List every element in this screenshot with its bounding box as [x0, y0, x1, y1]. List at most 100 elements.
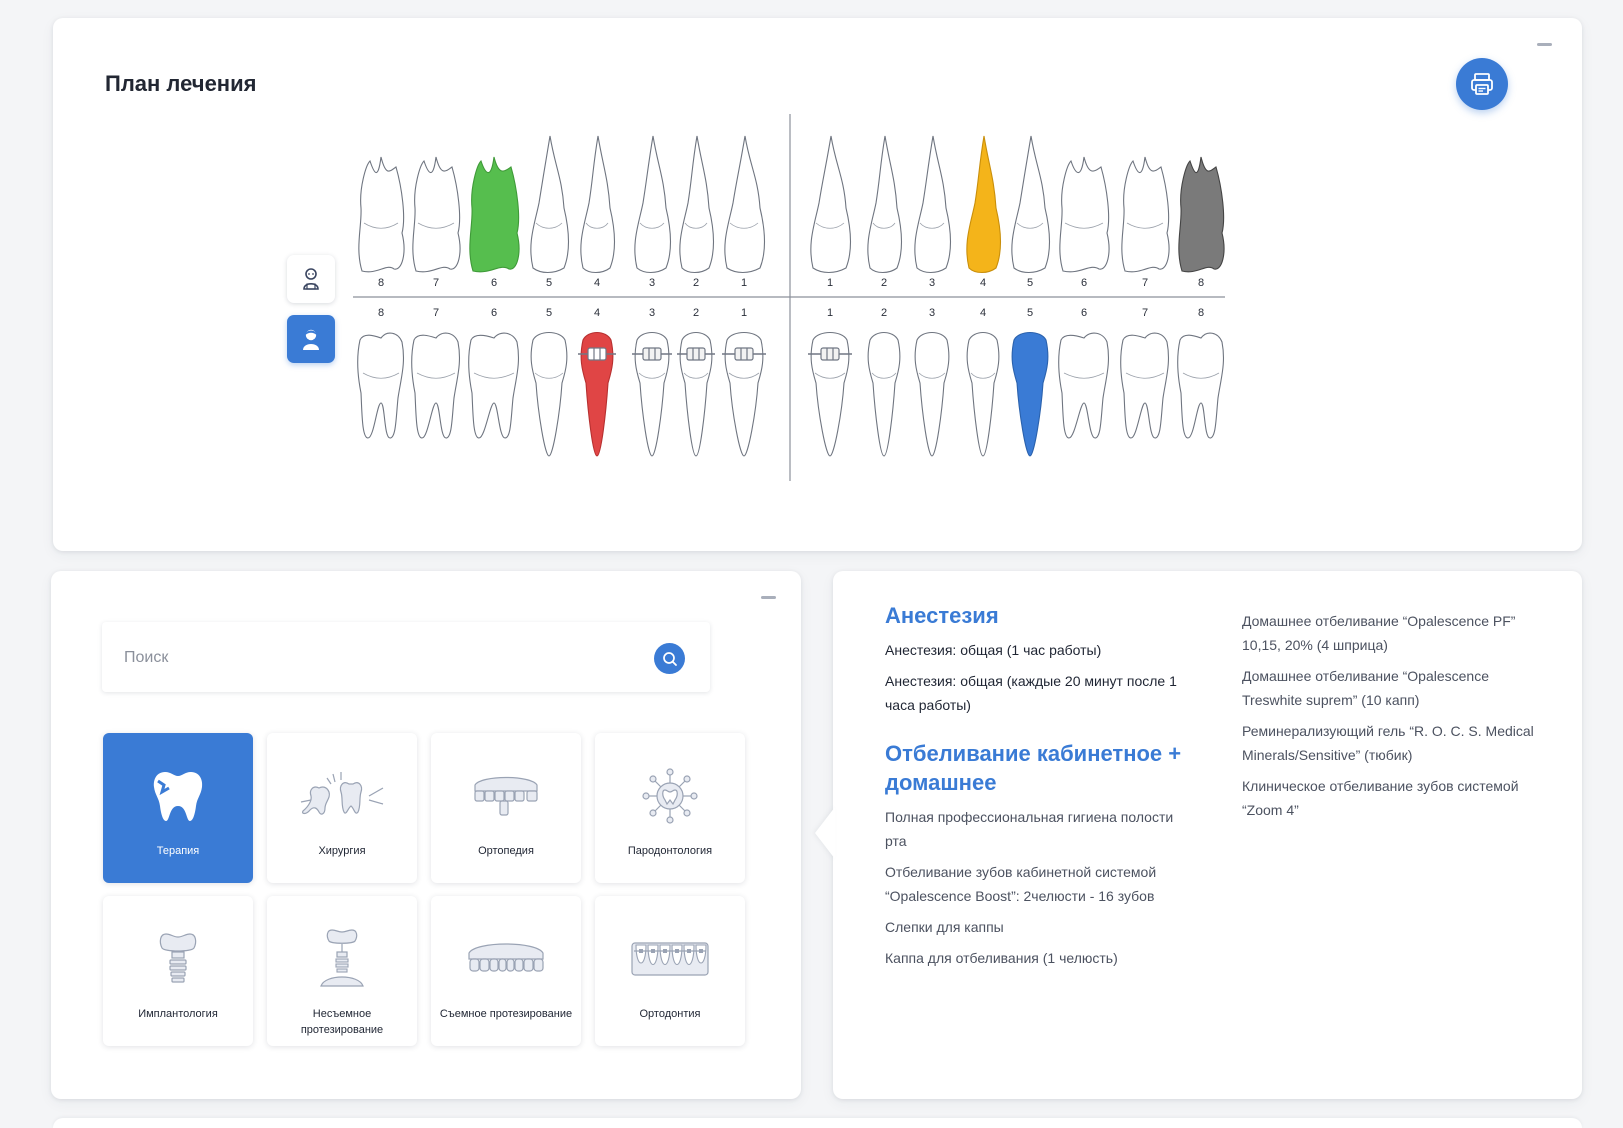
- service-item[interactable]: Анестезия: общая (1 час работы): [885, 638, 1185, 662]
- tooth-number: 3: [649, 277, 655, 289]
- tooth-number: 2: [693, 277, 699, 289]
- tooth-upper-left-1[interactable]: [724, 135, 766, 274]
- tooth-lower-left-3[interactable]: [632, 331, 672, 457]
- tooth-upper-right-5[interactable]: [1011, 135, 1051, 274]
- tooth-number: 6: [491, 277, 497, 289]
- tooth-upper-left-6[interactable]: [469, 156, 520, 273]
- tooth-upper-right-6[interactable]: [1059, 156, 1110, 273]
- tooth-lower-left-2[interactable]: [677, 331, 715, 457]
- section-heading-whitening: Отбеливание кабинетное + домашнее: [885, 741, 1182, 795]
- category-orthopedics[interactable]: Ортопедия: [431, 733, 581, 883]
- category-label: Терапия: [156, 845, 200, 857]
- category-removable-prosthetics[interactable]: Съемное протезирование: [431, 896, 581, 1046]
- dental-chart: 8 7 6 5 4 3 2 1 1 2 3 4 5 6 7 8 8 7 6 5 4 3 2 1 1 2 3 4 5 6 7 8: [353, 114, 1225, 481]
- service-item[interactable]: Домашнее отбеливание “Opalescence PF” 10…: [1242, 609, 1542, 657]
- tooth-lower-right-7[interactable]: [1120, 332, 1170, 439]
- tooth-number: 8: [378, 277, 384, 289]
- tooth-upper-left-4[interactable]: [580, 135, 616, 274]
- tooth-number: 4: [980, 277, 986, 289]
- tooth-lower-right-2[interactable]: [867, 331, 901, 457]
- service-item[interactable]: Каппа для отбеливания (1 челюсть): [885, 946, 1185, 970]
- minimize-button[interactable]: [761, 596, 776, 599]
- tooth-number: 1: [741, 277, 747, 289]
- tooth-number: 4: [594, 307, 600, 319]
- tooth-number: 1: [827, 307, 833, 319]
- braces-icon: [631, 942, 709, 976]
- category-label: Хирургия: [318, 845, 366, 857]
- treatment-plan-card: План лечения 876543211234567887654321123…: [53, 18, 1582, 551]
- service-item[interactable]: Домашнее отбеливание “Opalescence Treswh…: [1242, 664, 1542, 712]
- tooth-number: 4: [980, 307, 986, 319]
- search-input[interactable]: [122, 642, 626, 674]
- service-item[interactable]: Реминерализующий гель “R. O. C. S. Medic…: [1242, 719, 1542, 767]
- category-periodontology[interactable]: Пародонтология: [595, 733, 745, 883]
- tooth-number: 2: [881, 307, 887, 319]
- bridge-icon: [474, 776, 538, 816]
- tooth-number: 7: [433, 307, 439, 319]
- services-card: Терапия Хирургия: [51, 571, 801, 1099]
- gum-icon: [642, 768, 698, 824]
- tooth-upper-right-3[interactable]: [914, 135, 952, 274]
- services-column-left: Анестезия Анестезия: общая (1 час работы…: [885, 601, 1185, 977]
- service-item[interactable]: Отбеливание зубов кабинетной системой “O…: [885, 860, 1185, 908]
- tooth-number: 5: [1027, 277, 1033, 289]
- tooth-number: 2: [881, 277, 887, 289]
- tooth-number: 8: [378, 307, 384, 319]
- crown-implant-icon: [320, 929, 364, 987]
- tooth-number: 2: [693, 307, 699, 319]
- category-fixed-prosthetics[interactable]: Несъемное протезирование: [267, 896, 417, 1046]
- tooth-lower-left-7[interactable]: [411, 332, 461, 439]
- tooth-upper-right-8[interactable]: [1178, 156, 1225, 273]
- tooth-lower-left-4[interactable]: [578, 331, 616, 457]
- tooth-lower-left-1[interactable]: [722, 331, 766, 457]
- service-item[interactable]: Анестезия: общая (каждые 20 минут после …: [885, 669, 1185, 717]
- tooth-number: 5: [1027, 307, 1033, 319]
- tooth-upper-left-3[interactable]: [634, 135, 672, 274]
- category-surgery[interactable]: Хирургия: [267, 733, 417, 883]
- category-implantology[interactable]: Имплантология: [103, 896, 253, 1046]
- tooth-upper-right-2[interactable]: [867, 135, 903, 274]
- tooth-number: 1: [741, 307, 747, 319]
- tooth-number: 8: [1198, 277, 1204, 289]
- tooth-lower-right-3[interactable]: [914, 331, 950, 457]
- tooth-icon: [153, 772, 203, 821]
- tooth-number: 7: [1142, 277, 1148, 289]
- extraction-icon: [300, 772, 384, 815]
- tooth-upper-right-4[interactable]: [966, 135, 1002, 274]
- tooth-lower-left-6[interactable]: [468, 332, 520, 439]
- service-item[interactable]: Слепки для каппы: [885, 915, 1185, 939]
- tooth-number: 3: [929, 277, 935, 289]
- category-label: Ортопедия: [478, 845, 534, 857]
- tooth-upper-right-1[interactable]: [810, 135, 852, 274]
- implant-icon: [159, 933, 197, 983]
- tooth-number: 8: [1198, 307, 1204, 319]
- tooth-number: 1: [827, 277, 833, 289]
- tooth-lower-right-5[interactable]: [1011, 331, 1049, 457]
- service-item[interactable]: Клиническое отбеливание зубов системой “…: [1242, 774, 1542, 822]
- tooth-lower-right-4[interactable]: [966, 331, 1000, 457]
- tooth-upper-left-5[interactable]: [530, 135, 570, 274]
- tooth-number: 7: [1142, 307, 1148, 319]
- tooth-lower-right-8[interactable]: [1177, 332, 1225, 439]
- tooth-upper-left-8[interactable]: [358, 156, 405, 273]
- tooth-lower-left-8[interactable]: [357, 332, 405, 439]
- service-details-card: Анестезия Анестезия: общая (1 час работы…: [815, 571, 1582, 1099]
- category-label: Имплантология: [138, 1008, 218, 1020]
- search-icon: [662, 651, 677, 666]
- tooth-number: 6: [1081, 277, 1087, 289]
- category-label: Несъемное протезирование: [300, 1008, 384, 1036]
- popover-pointer: [815, 807, 835, 859]
- services-column-right: Домашнее отбеливание “Opalescence PF” 10…: [1242, 609, 1542, 829]
- category-therapy[interactable]: Терапия: [103, 733, 253, 883]
- section-heading-anesthesia: Анестезия: [885, 603, 999, 628]
- tooth-lower-right-6[interactable]: [1058, 332, 1110, 439]
- tooth-upper-left-2[interactable]: [679, 135, 715, 274]
- search-button[interactable]: [654, 643, 685, 674]
- category-orthodontics[interactable]: Ортодонтия: [595, 896, 745, 1046]
- tooth-lower-left-5[interactable]: [530, 331, 568, 457]
- service-item[interactable]: Полная профессиональная гигиена полости …: [885, 805, 1185, 853]
- tooth-upper-right-7[interactable]: [1121, 156, 1170, 273]
- tooth-upper-left-7[interactable]: [412, 156, 461, 273]
- tooth-number: 4: [594, 277, 600, 289]
- tooth-lower-right-1[interactable]: [808, 331, 852, 457]
